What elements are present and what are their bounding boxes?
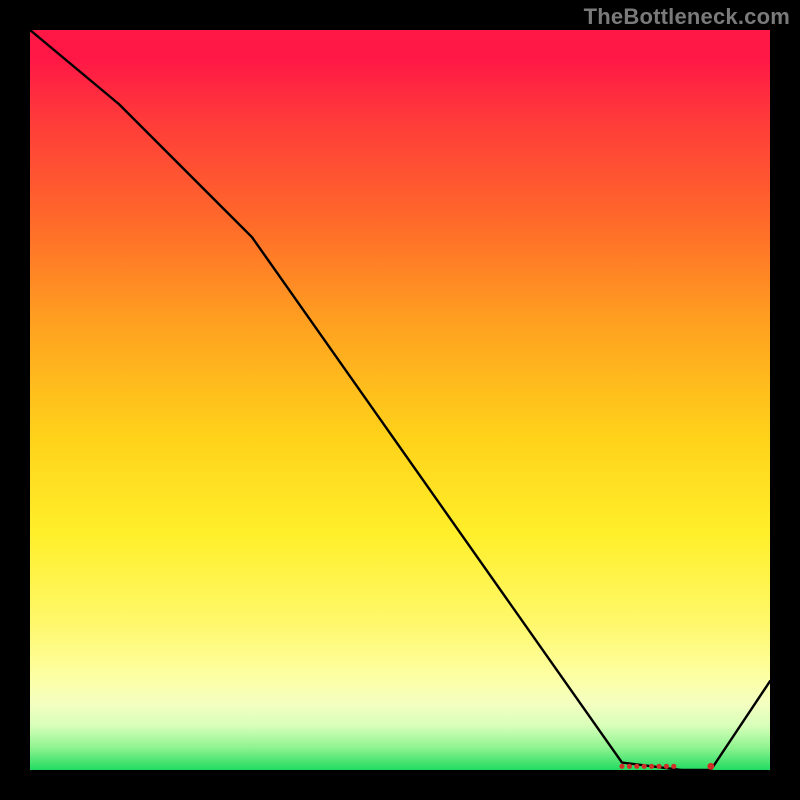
marker-dot [627, 764, 632, 769]
marker-dot [707, 763, 714, 770]
plot-area [30, 30, 770, 770]
marker-dot [656, 764, 661, 769]
marker-dot [671, 764, 676, 769]
marker-dot [649, 764, 654, 769]
watermark-text: TheBottleneck.com [584, 4, 790, 30]
chart-frame: TheBottleneck.com [0, 0, 800, 800]
marker-dot [642, 764, 647, 769]
marker-dot [619, 764, 624, 769]
line-series [30, 30, 770, 770]
marker-dot [634, 764, 639, 769]
marker-dot [664, 764, 669, 769]
curve-path [30, 30, 770, 770]
